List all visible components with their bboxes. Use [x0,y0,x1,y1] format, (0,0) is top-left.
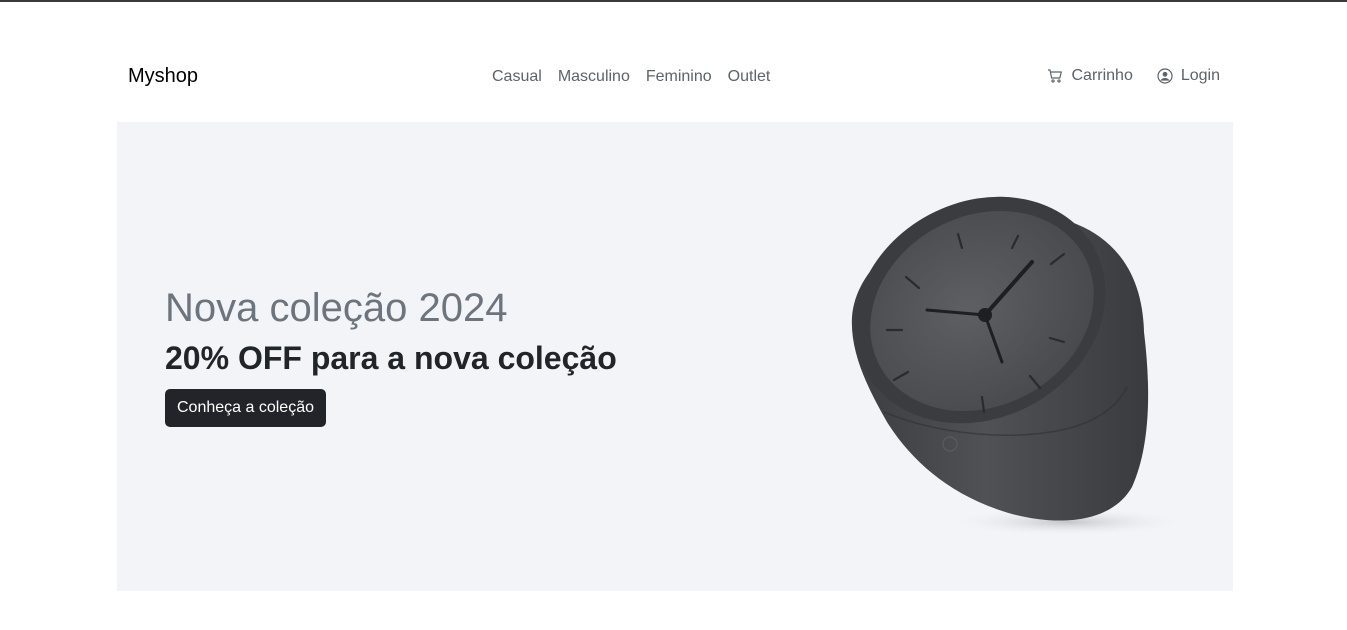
hero-banner: Nova coleção 2024 20% OFF para a nova co… [117,122,1233,591]
hero-product-image [832,192,1192,537]
clock-illustration [851,196,1187,536]
brand-logo[interactable]: Myshop [128,65,198,88]
top-border [0,0,1347,2]
login-link[interactable]: Login [1157,67,1220,85]
cart-icon [1048,69,1063,83]
nav-link-casual[interactable]: Casual [484,68,550,86]
cart-link[interactable]: Carrinho [1047,67,1133,85]
nav-actions: Carrinho Login [1047,67,1220,85]
user-circle-icon [1157,68,1173,84]
hero-title: Nova coleção 2024 [165,286,508,330]
hero-subtitle: 20% OFF para a nova coleção [165,340,617,376]
navbar: Myshop Casual Masculino Feminino Outlet … [117,52,1233,102]
cart-label: Carrinho [1071,67,1133,84]
nav-links: Casual Masculino Feminino Outlet [484,68,778,86]
nav-link-outlet[interactable]: Outlet [720,68,779,86]
view-collection-button[interactable]: Conheça a coleção [165,389,326,427]
login-label: Login [1180,67,1220,84]
nav-link-feminino[interactable]: Feminino [638,68,720,86]
nav-link-masculino[interactable]: Masculino [550,68,638,86]
